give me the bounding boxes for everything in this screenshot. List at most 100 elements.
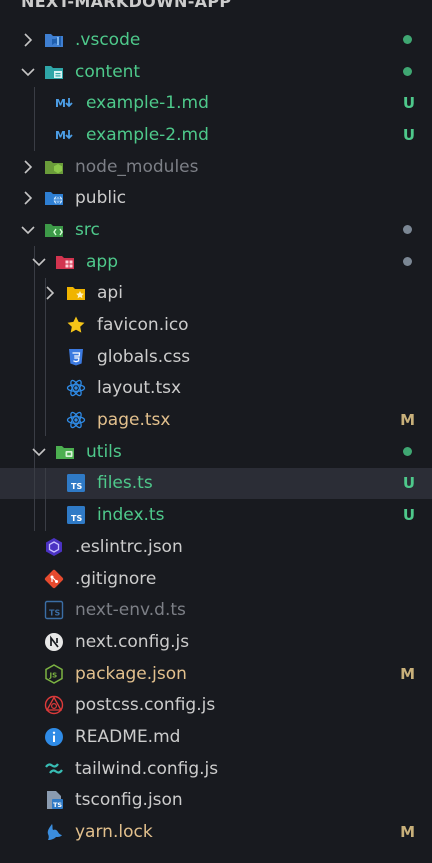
tree-item-content[interactable]: content — [0, 56, 432, 88]
vscode-folder-icon — [45, 33, 63, 47]
markdown-icon: M — [55, 129, 73, 142]
chevron-right-icon[interactable] — [40, 283, 60, 303]
indent-guide — [45, 404, 46, 436]
tree-item-globals-css[interactable]: globals.css — [0, 340, 432, 373]
chevron-down-icon[interactable] — [18, 62, 38, 82]
tree-item-label: layout.tsx — [97, 378, 182, 399]
tree-item-gitignore[interactable]: .gitignore — [0, 563, 432, 595]
indent-guide — [45, 372, 46, 405]
tree-item-example-1-md[interactable]: M example-1.md U — [0, 87, 432, 120]
indent-guide — [34, 499, 35, 531]
info-icon — [45, 727, 63, 746]
git-status-badge: U — [402, 125, 415, 144]
explorer-title[interactable]: NEXT-MARKDOWN-APP — [21, 0, 231, 13]
explorer-panel: NEXT-MARKDOWN-APP .vscode content M exam… — [0, 0, 432, 863]
indent-guide — [34, 119, 35, 151]
tree-item-label: example-2.md — [86, 124, 209, 145]
svg-text:TS: TS — [71, 514, 82, 523]
tree-item-files-ts[interactable]: TS files.ts U — [0, 467, 432, 500]
chevron-down-icon[interactable] — [29, 252, 49, 272]
public-folder-icon — [45, 192, 63, 206]
tree-item-label: .vscode — [75, 29, 141, 50]
indent-guide — [34, 309, 35, 341]
tree-item-app[interactable]: app — [0, 245, 432, 278]
tree-item-next-env-d-ts[interactable]: TS next-env.d.ts — [0, 594, 432, 626]
svg-text:TS: TS — [53, 801, 62, 809]
tree-item-label: src — [75, 219, 100, 240]
tree-item-index-ts[interactable]: TS index.ts U — [0, 499, 432, 531]
nodejs-icon: JS — [45, 663, 63, 684]
chevron-down-icon[interactable] — [29, 442, 49, 462]
markdown-icon: M — [55, 97, 73, 110]
tree-item-label: app — [86, 251, 118, 272]
tree-item-eslintrc-json[interactable]: .eslintrc.json — [0, 531, 432, 563]
git-status-badge: M — [400, 411, 415, 430]
chevron-right-icon[interactable] — [18, 188, 38, 208]
tree-item-label: postcss.config.js — [75, 695, 216, 716]
tree-item-label: public — [75, 188, 127, 209]
tree-item-page-tsx[interactable]: page.tsx M — [0, 404, 432, 436]
star-icon — [67, 316, 85, 333]
chevron-down-icon[interactable] — [18, 220, 38, 240]
svg-text:M: M — [55, 129, 66, 142]
app-folder-icon — [56, 255, 74, 269]
indent-guide — [45, 499, 46, 531]
typescript-def-icon: TS — [44, 601, 64, 620]
indent-guide — [34, 87, 35, 120]
nextjs-icon — [45, 632, 63, 651]
content-folder-icon — [45, 65, 63, 79]
indent-guide — [45, 309, 46, 341]
tree-item-label: favicon.ico — [97, 315, 189, 336]
indent-guide — [45, 467, 46, 500]
tree-item-public[interactable]: public — [0, 182, 432, 214]
tree-item-label: content — [75, 61, 141, 82]
tree-item-label: index.ts — [97, 505, 165, 526]
tree-item-vscode[interactable]: .vscode — [0, 24, 432, 56]
tree-item-label: page.tsx — [97, 410, 171, 431]
tree-item-label: files.ts — [97, 473, 153, 494]
tree-item-label: node_modules — [75, 156, 199, 177]
git-status-dot — [403, 35, 412, 45]
git-status-badge: U — [402, 506, 415, 525]
tree-item-layout-tsx[interactable]: layout.tsx — [0, 372, 432, 405]
node-folder-icon — [45, 160, 63, 174]
git-status-badge: U — [402, 474, 415, 493]
tree-item-api[interactable]: api — [0, 277, 432, 310]
git-status-badge: U — [402, 94, 415, 113]
tree-item-package-json[interactable]: JS package.json M — [0, 658, 432, 690]
chevron-right-icon[interactable] — [18, 30, 38, 50]
tree-item-favicon-ico[interactable]: favicon.ico — [0, 309, 432, 341]
tree-item-label: tailwind.config.js — [75, 758, 219, 779]
git-status-dot — [403, 225, 412, 235]
tree-item-tsconfig-json[interactable]: TS tsconfig.json — [0, 785, 432, 817]
git-status-badge: M — [400, 823, 415, 842]
indent-guide — [34, 372, 35, 405]
tree-item-example-2-md[interactable]: M example-2.md U — [0, 119, 432, 151]
tree-item-label: globals.css — [97, 346, 191, 367]
utils-folder-icon — [56, 445, 74, 459]
tree-item-next-config-js[interactable]: next.config.js — [0, 626, 432, 658]
chevron-right-icon[interactable] — [18, 157, 38, 177]
git-status-dot — [403, 257, 412, 267]
svg-text:TS: TS — [49, 609, 60, 618]
tree-item-yarn-lock[interactable]: yarn.lock M — [0, 816, 432, 848]
git-icon — [44, 569, 64, 588]
tree-item-utils[interactable]: utils — [0, 435, 432, 468]
indent-guide — [45, 340, 46, 373]
tailwind-icon — [45, 762, 63, 774]
git-status-badge: M — [400, 664, 415, 683]
postcss-icon — [44, 696, 64, 715]
tree-item-label: yarn.lock — [75, 822, 153, 843]
svg-text:M: M — [55, 97, 66, 110]
src-folder-icon — [45, 223, 63, 237]
svg-text:JS: JS — [49, 671, 58, 679]
tree-item-node-modules[interactable]: node_modules — [0, 151, 432, 183]
tree-item-label: README.md — [75, 726, 181, 747]
tree-item-postcss-config-js[interactable]: postcss.config.js — [0, 689, 432, 721]
tree-item-label: package.json — [75, 663, 187, 684]
tree-item-readme-md[interactable]: README.md — [0, 721, 432, 753]
file-tree: .vscode content M example-1.md U M examp… — [0, 24, 432, 848]
tree-item-src[interactable]: src — [0, 214, 432, 246]
tree-item-tailwind-config-js[interactable]: tailwind.config.js — [0, 753, 432, 785]
tsconfig-icon: TS — [47, 791, 63, 810]
